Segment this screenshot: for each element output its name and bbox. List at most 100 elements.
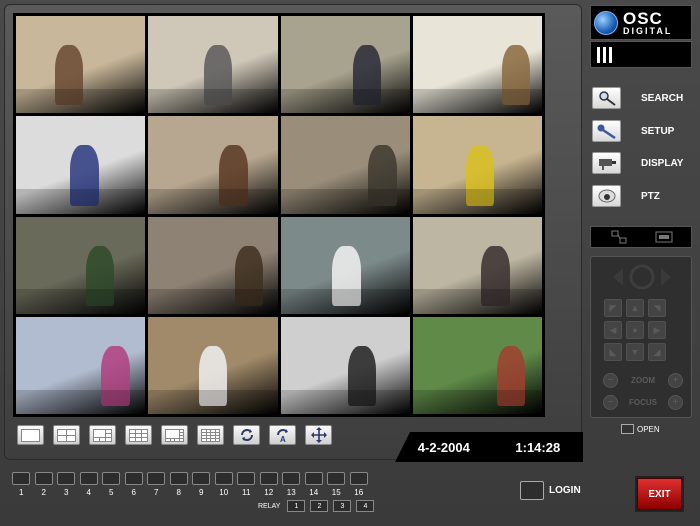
channel-button[interactable]: [12, 472, 31, 485]
layout-2x2-button[interactable]: [53, 425, 80, 445]
camera-feed[interactable]: [148, 116, 278, 214]
layout-toolbar: A: [17, 425, 332, 447]
camera-feed[interactable]: [280, 116, 410, 214]
channel-button[interactable]: [259, 472, 278, 485]
camera-scene-ground: [148, 189, 278, 214]
channel-button[interactable]: [192, 472, 211, 485]
channel-4[interactable]: 4: [79, 472, 99, 497]
camera-feed[interactable]: [280, 216, 410, 314]
grid-mode-icon[interactable]: [611, 230, 627, 244]
channel-button[interactable]: [327, 472, 346, 485]
ptz-center-button[interactable]: ●: [626, 321, 644, 339]
layout-4x4-button[interactable]: [197, 425, 224, 445]
ptz-down-left-button[interactable]: ◣: [604, 343, 622, 361]
camera-scene-ground: [16, 88, 146, 114]
focus-in-button[interactable]: +: [668, 395, 683, 410]
layout-1plus5-button[interactable]: [89, 425, 116, 445]
menu-setup[interactable]: SETUP: [592, 119, 674, 143]
channel-12[interactable]: 12: [259, 472, 279, 497]
open-checkbox[interactable]: OPEN: [621, 424, 660, 434]
camera-feed[interactable]: [412, 116, 542, 214]
channel-3[interactable]: 3: [57, 472, 76, 497]
fullscreen-button[interactable]: [305, 425, 332, 445]
channel-16[interactable]: 16: [349, 472, 369, 497]
relay-button-2[interactable]: 2: [310, 500, 329, 512]
channel-number: 7: [154, 488, 159, 497]
channel-button[interactable]: [57, 472, 76, 485]
channel-button[interactable]: [79, 472, 98, 485]
channel-button[interactable]: [304, 472, 323, 485]
channel-6[interactable]: 6: [124, 472, 144, 497]
camera-feed[interactable]: [16, 16, 146, 114]
channel-button[interactable]: [34, 472, 53, 485]
layout-1plus7-button[interactable]: [161, 425, 188, 445]
camera-feed[interactable]: [280, 316, 410, 414]
menu-search[interactable]: SEARCH: [592, 86, 683, 110]
channel-8[interactable]: 8: [169, 472, 189, 497]
channel-button[interactable]: [282, 472, 301, 485]
relay-button-3[interactable]: 3: [333, 500, 352, 512]
zoom-in-button[interactable]: +: [668, 373, 683, 388]
channel-button[interactable]: [214, 472, 233, 485]
exit-button[interactable]: EXIT: [637, 478, 682, 510]
camera-feed[interactable]: [16, 316, 146, 414]
zoom-out-button[interactable]: −: [603, 373, 618, 388]
relay-button-1[interactable]: 1: [287, 500, 306, 512]
layout-1x1-button[interactable]: [17, 425, 44, 445]
ptz-right-button[interactable]: ▶: [648, 321, 666, 339]
move-arrows-icon: [310, 427, 327, 443]
sequence-button[interactable]: [233, 425, 260, 445]
camera-feed[interactable]: [280, 16, 410, 114]
rotate-icon: [240, 429, 253, 441]
channel-button[interactable]: [169, 472, 188, 485]
menu-ptz[interactable]: PTZ: [592, 184, 660, 208]
login-button[interactable]: LOGIN: [520, 481, 581, 500]
menu-display[interactable]: DISPLAY: [592, 151, 683, 175]
camera-feed[interactable]: [148, 16, 278, 114]
channel-button[interactable]: [102, 472, 121, 485]
channel-5[interactable]: 5: [102, 472, 121, 497]
ptz-left-button[interactable]: ◀: [604, 321, 622, 339]
ptz-up-left-button[interactable]: ◤: [604, 299, 622, 317]
channel-10[interactable]: 10: [214, 472, 234, 497]
wrench-icon: [592, 120, 621, 142]
relay-button-4[interactable]: 4: [356, 500, 375, 512]
channel-button[interactable]: [237, 472, 256, 485]
camera-feed[interactable]: [412, 216, 542, 314]
camera-scene-ground: [16, 189, 146, 214]
camera-feed[interactable]: [148, 216, 278, 314]
camera-feed[interactable]: [16, 216, 146, 314]
ptz-up-button[interactable]: ▲: [626, 299, 644, 317]
channel-button[interactable]: [147, 472, 166, 485]
channel-15[interactable]: 15: [327, 472, 346, 497]
ptz-down-button[interactable]: ▼: [626, 343, 644, 361]
camera-scene-ground: [280, 88, 410, 114]
single-mode-icon[interactable]: [655, 231, 673, 243]
channel-button[interactable]: [349, 472, 368, 485]
channel-number: 8: [176, 488, 181, 497]
channel-7[interactable]: 7: [147, 472, 166, 497]
open-checkbox-box[interactable]: [621, 424, 634, 434]
channel-number: 6: [131, 488, 136, 497]
camera-scene-ground: [412, 289, 542, 314]
login-checkbox[interactable]: [520, 481, 544, 500]
camera-feed[interactable]: [412, 16, 542, 114]
camera-feed[interactable]: [412, 316, 542, 414]
channel-11[interactable]: 11: [237, 472, 256, 497]
channel-1[interactable]: 1: [12, 472, 31, 497]
camera-scene-ground: [412, 189, 542, 214]
channel-button[interactable]: [124, 472, 143, 485]
camera-feed[interactable]: [148, 316, 278, 414]
layout-3x3-button[interactable]: [125, 425, 152, 445]
camera-scene-ground: [412, 88, 542, 114]
channel-9[interactable]: 9: [192, 472, 211, 497]
auto-sequence-button[interactable]: A: [269, 425, 296, 445]
channel-14[interactable]: 14: [304, 472, 324, 497]
ptz-up-right-button[interactable]: ◥: [648, 299, 666, 317]
channel-2[interactable]: 2: [34, 472, 54, 497]
camera-icon: [592, 152, 621, 174]
focus-out-button[interactable]: −: [603, 395, 618, 410]
camera-feed[interactable]: [16, 116, 146, 214]
channel-13[interactable]: 13: [282, 472, 301, 497]
ptz-down-right-button[interactable]: ◢: [648, 343, 666, 361]
